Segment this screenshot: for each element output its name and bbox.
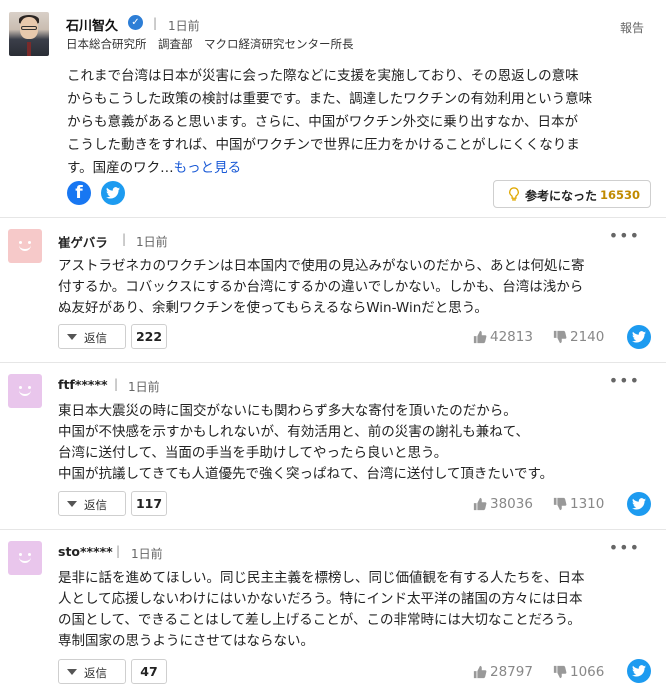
comment-time: 1日前 <box>136 235 168 249</box>
more-options-icon[interactable]: ••• <box>609 226 640 245</box>
reply-button[interactable]: 返信 <box>58 491 126 516</box>
comment-line: 是非に話を進めてほしい。同じ民主主義を標榜し、同じ価値観を有する人たちを、日本 <box>58 570 585 586</box>
chevron-down-icon <box>67 669 77 675</box>
twitter-bird-icon <box>632 498 646 510</box>
reply-label: 返信 <box>84 498 107 512</box>
separator: | <box>114 377 119 391</box>
twitter-share-icon[interactable] <box>627 325 651 349</box>
twitter-share-icon[interactable] <box>101 181 125 205</box>
helpful-count: 16530 <box>600 188 641 202</box>
comment-line: 人として応援しないわけにはいかないだろう。特にインド太平洋の諸国の方々には日本 <box>58 591 583 607</box>
reply-label: 返信 <box>84 666 107 680</box>
user-avatar-icon[interactable] <box>8 374 42 408</box>
comment-line: 中国が抗議してきても人道優先で強く突っぱねて、台湾に送付して頂きたいです。 <box>58 466 554 482</box>
more-options-icon[interactable]: ••• <box>609 371 640 390</box>
twitter-share-icon[interactable] <box>627 659 651 683</box>
comment-line: アストラゼネカのワクチンは日本国内で使用の見込みがないのだから、あとは何処に寄 <box>58 258 585 274</box>
twitter-bird-icon <box>106 187 120 199</box>
thumbs-up-icon[interactable] <box>473 665 487 679</box>
separator: | <box>116 544 121 558</box>
separator: | <box>153 16 158 30</box>
comment-item: ftf***** | 1日前 ••• 東日本大震災の時に国交がないにも関わらず多… <box>0 363 666 530</box>
thumbs-up-icon[interactable] <box>473 330 487 344</box>
comment-author[interactable]: 崔ゲバラ <box>58 232 108 251</box>
dislike-count: 1066 <box>570 664 605 680</box>
expert-body-line: からも意義があると思います。さらに、中国がワクチン外交に乗り出すなか、日本が <box>67 114 578 130</box>
comment-text: アストラゼネカのワクチンは日本国内で使用の見込みがないのだから、あとは何処に寄 … <box>58 256 654 319</box>
helpful-button[interactable]: 参考になった 16530 <box>493 180 651 208</box>
comment-author[interactable]: ftf***** <box>58 377 108 392</box>
comment-item: 崔ゲバラ | 1日前 ••• アストラゼネカのワクチンは日本国内で使用の見込みが… <box>0 218 666 363</box>
thumbs-down-icon[interactable] <box>553 497 567 511</box>
expert-body-line: これまで台湾は日本が災害に会った際などに支援を実施しており、その恩返しの意味 <box>67 68 579 84</box>
expert-name[interactable]: 石川智久 <box>66 15 118 34</box>
like-count: 42813 <box>490 329 533 345</box>
reply-label: 返信 <box>84 331 107 345</box>
comment-author[interactable]: sto***** <box>58 544 113 559</box>
expert-body: これまで台湾は日本が災害に会った際などに支援を実施しており、その恩返しの意味 か… <box>67 65 657 180</box>
reply-button[interactable]: 返信 <box>58 324 126 349</box>
comment-line: 付するか。コバックスにするか台湾にするかの違いでしかない。しかも、台湾は浅から <box>58 279 584 295</box>
comment-text: 東日本大震災の時に国交がないにも関わらず多大な寄付を頂いたのだから。 中国が不快… <box>58 401 654 485</box>
comment-line: の国として、できることはして差し上げることが、この非常時には大切なことだろう。 <box>58 612 581 628</box>
chevron-down-icon <box>67 501 77 507</box>
reply-button[interactable]: 返信 <box>58 659 126 684</box>
twitter-bird-icon <box>632 331 646 343</box>
comment-text: 是非に話を進めてほしい。同じ民主主義を標榜し、同じ価値観を有する人たちを、日本 … <box>58 568 654 652</box>
comment-line: 東日本大震災の時に国交がないにも関わらず多大な寄付を頂いたのだから。 <box>58 403 517 419</box>
separator: | <box>122 232 127 246</box>
like-count: 28797 <box>490 664 533 680</box>
helpful-label: 参考になった <box>525 189 598 203</box>
expert-body-last: す。国産のワク… <box>67 160 174 176</box>
expert-body-line: からもこうした政策の検討は重要です。また、調達したワクチンの有効利用という意味 <box>67 91 593 107</box>
reply-count: 222 <box>131 324 167 349</box>
twitter-share-icon[interactable] <box>627 492 651 516</box>
dislike-count: 2140 <box>570 329 605 345</box>
expert-avatar[interactable] <box>9 12 49 56</box>
dislike-count: 1310 <box>570 496 605 512</box>
comment-line: 中国が不快感を示すかもしれないが、有効活用と、前の災害の謝礼も兼ねて、 <box>58 424 530 440</box>
thumbs-down-icon[interactable] <box>553 665 567 679</box>
user-avatar-icon[interactable] <box>8 541 42 575</box>
thumbs-down-icon[interactable] <box>553 330 567 344</box>
thumbs-up-icon[interactable] <box>473 497 487 511</box>
twitter-bird-icon <box>632 665 646 677</box>
comment-line: 専制国家の思うようにさせてはならない。 <box>58 633 314 649</box>
comment-time: 1日前 <box>128 380 160 394</box>
expert-comment: 石川智久 ✓ | 1日前 報告 日本総合研究所 調査部 マクロ経済研究センター所… <box>0 0 666 218</box>
chevron-down-icon <box>67 334 77 340</box>
expert-time: 1日前 <box>168 19 200 33</box>
report-link[interactable]: 報告 <box>620 19 644 36</box>
user-avatar-icon[interactable] <box>8 229 42 263</box>
comment-line: 台湾に送付して、当面の手当を手助けしてやったら良いと思う。 <box>58 445 448 461</box>
like-count: 38036 <box>490 496 533 512</box>
facebook-share-icon[interactable]: f <box>67 181 91 205</box>
comment-item: sto***** | 1日前 ••• 是非に話を進めてほしい。同じ民主主義を標榜… <box>0 530 666 690</box>
lightbulb-icon <box>509 187 519 201</box>
expert-body-line: こうした動きをすれば、中国がワクチンで世界に圧力をかけることがしにくくなりま <box>67 137 580 153</box>
expert-title: 日本総合研究所 調査部 マクロ経済研究センター所長 <box>66 37 354 51</box>
verified-badge-icon: ✓ <box>128 15 143 30</box>
reply-count: 47 <box>131 659 167 684</box>
comment-time: 1日前 <box>131 547 163 561</box>
expert-body-line: す。国産のワク…もっと見る <box>67 157 657 180</box>
comment-line: ぬ友好があり、余剰ワクチンを使ってもらえるならWin-Winだと思う。 <box>58 300 488 316</box>
read-more-link[interactable]: もっと見る <box>174 160 242 176</box>
reply-count: 117 <box>131 491 167 516</box>
more-options-icon[interactable]: ••• <box>609 538 640 557</box>
